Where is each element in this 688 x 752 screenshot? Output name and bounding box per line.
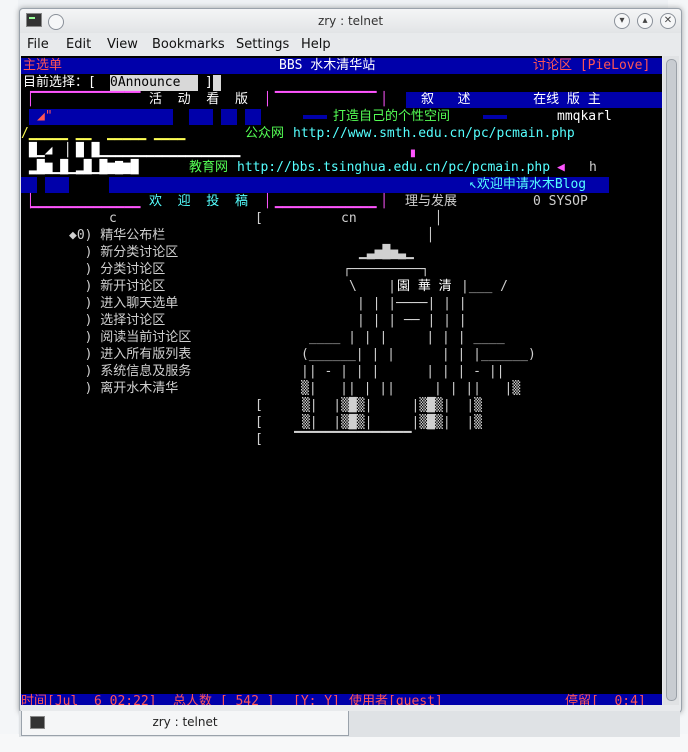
welcome-text: ↖欢迎申请水木Blog [469, 177, 587, 192]
menu-option[interactable]: ) 进入聊天选单 [69, 296, 179, 312]
art-bracket: [ [255, 211, 263, 226]
banner-slogan: 打造自己的个性空间 [333, 109, 451, 124]
edu-url[interactable]: http://bbs.tsinghua.edu.cn/pc/pcmain.php [237, 160, 550, 176]
session-tab[interactable]: zry : telnet [21, 711, 349, 736]
art-line: ____ | | | | | | ____ [309, 330, 505, 345]
art-line: || - | | | | | | - || [301, 364, 505, 379]
edu-label: 教育网 [189, 160, 229, 175]
banner-moderator: mmqkarl [557, 109, 612, 124]
maximize-button[interactable]: ▴ [637, 13, 653, 29]
status-stay: 停留[ 0:4] [565, 694, 646, 705]
header-left: 主选单 [23, 58, 63, 73]
menu-help[interactable]: Help [301, 37, 331, 52]
status-yy: [Y: Y] [293, 694, 340, 705]
welcome-gap [93, 177, 109, 193]
status-user: 使用者[guest] [349, 694, 443, 705]
menu-bookmarks[interactable]: Bookmarks [152, 37, 225, 52]
art-line: ▕ [423, 228, 431, 243]
public-url[interactable]: http://www.smth.edu.cn/pc/pcmain.php [293, 126, 575, 142]
slogan-dash-right [483, 115, 507, 119]
art-line: | | |────| | | [357, 296, 467, 311]
banner-frame-bottom-right: ▏▁▁▁▁▁▁▁▁▁▁▁▁▁▕ [267, 194, 385, 209]
welcome-gap [69, 177, 93, 193]
menu-edit[interactable]: Edit [66, 37, 91, 52]
slogan-dash-left [303, 115, 327, 119]
banner-submit: 欢 迎 投 稿 [149, 194, 248, 209]
terminal-screen[interactable]: 主选单 BBS 水木清华站 讨论区 [PieLove] 目前选择：[ 0Anno… [21, 56, 662, 705]
menu-view[interactable]: View [107, 37, 138, 52]
banner-mark: ◢" [37, 109, 53, 124]
background-window-left [0, 0, 18, 752]
banner-dev: 理与发展 [405, 194, 458, 209]
art-line: ▁▃▅█▅▃▁ [359, 245, 414, 260]
art-line: [ ▒| |▒█▒| |▒█▒| |▒ [255, 398, 482, 413]
art-pole: ▕ [431, 211, 439, 226]
menu-option[interactable]: ) 系统信息及服务 [69, 364, 192, 380]
art-line: \ | [349, 279, 396, 294]
header-center: BBS 水木清华站 [279, 58, 376, 73]
close-button[interactable]: ✕ [660, 13, 676, 29]
banner-activity: 活 动 看 版 [149, 92, 248, 107]
menu-option[interactable]: ◆0) 精华公布栏 [69, 228, 165, 244]
window-title: zry : telnet [317, 14, 384, 28]
scrollbar-thumb[interactable] [666, 59, 677, 701]
art-line: [ ▒| |▒█▒| |▒█▒| |▒ [255, 415, 482, 430]
art-line: |___ / [461, 279, 508, 294]
scrollbar[interactable] [663, 56, 679, 705]
menu-settings[interactable]: Settings [236, 37, 289, 52]
menu-option[interactable]: ) 新分类讨论区 [69, 245, 179, 261]
menu-option[interactable]: ) 阅读当前讨论区 [69, 330, 192, 346]
title-bar[interactable]: zry : telnet ▾ ▴ ✕ [20, 9, 681, 33]
menu-bar: File Edit View Bookmarks Settings Help [20, 35, 681, 55]
banner-cn: cn [341, 211, 357, 226]
art-line: | | | ── | | | [357, 313, 467, 328]
menu-option[interactable]: ) 新开讨论区 [69, 279, 166, 295]
menu-file[interactable]: File [27, 37, 49, 52]
menu-option[interactable]: ) 离开水木清华 [69, 381, 179, 397]
art-line: (______| | | | | |______) [301, 347, 536, 362]
banner-c: c [109, 211, 117, 226]
selection-close: ] [205, 75, 213, 90]
banner-h: h [589, 160, 597, 175]
status-time: 时间[Jul 6 02:22] [21, 694, 157, 705]
banner-frame-top-left: ▕▔▔▔▔▔▔▔▔▔▔▔▔▔▔ [23, 92, 141, 107]
terminal-window: zry : telnet ▾ ▴ ✕ File Edit View Bookma… [19, 8, 682, 713]
minimize-button[interactable]: ▾ [614, 13, 630, 29]
menu-option[interactable]: ) 进入所有版列表 [69, 347, 192, 363]
banner-frame-top-right: ▏▔▔▔▔▔▔▔▔▔▔▔▔▔▕ [267, 92, 385, 107]
session-tab-bar: zry : telnet [19, 711, 680, 737]
banner-block [221, 109, 237, 125]
banner-frame-bottom-left: ▕▁▁▁▁▁▁▁▁▁▁▁▁▁▁ [23, 194, 141, 209]
banner-arrow: ◀ [557, 160, 565, 175]
selection-label: 目前选择：[ [23, 75, 96, 90]
banner-art: ▂█▆▁█▁▂█▁█▆▇▆█ [29, 160, 147, 175]
banner-art: █▁◢ ▕ █ █▁▁▁▁▁▁▁▁▁▁▁▁▁▁▁▁▁▁ [29, 143, 241, 158]
session-tab-label: zry : telnet [152, 715, 218, 729]
banner-top-right: 叙 述 在线 版 主 [421, 92, 601, 107]
header-right: 讨论区 [PieLove] [533, 58, 651, 73]
status-total: 总人数 [ 542 ] [173, 694, 275, 705]
art-title: 園 華 清 [397, 279, 452, 294]
public-label: 公众网 [245, 126, 285, 141]
banner-block [245, 109, 261, 125]
menu-option[interactable]: ) 分类讨论区 [69, 262, 166, 278]
art-line: [ ▔▔▔▔▔▔▔▔▔▔▔▔▔▔▔ [255, 432, 412, 447]
banner-block [189, 109, 213, 125]
welcome-gap [37, 177, 45, 193]
banner-pink-mark: ▗ [407, 143, 415, 158]
selection-input[interactable]: 0Announce [110, 75, 198, 91]
banner-sysop: 0 SYSOP [533, 194, 588, 209]
menu-option[interactable]: ) 选择讨论区 [69, 313, 166, 329]
art-line: ┌─────────┐ [343, 262, 430, 277]
cursor [213, 75, 221, 91]
art-line: ▒| || | || | | || |▒ [301, 381, 521, 396]
banner-line: /▁▁▁▁▁ ▁▁ ▁▁▁▁▁ ▁▁▁▁ [21, 126, 186, 141]
